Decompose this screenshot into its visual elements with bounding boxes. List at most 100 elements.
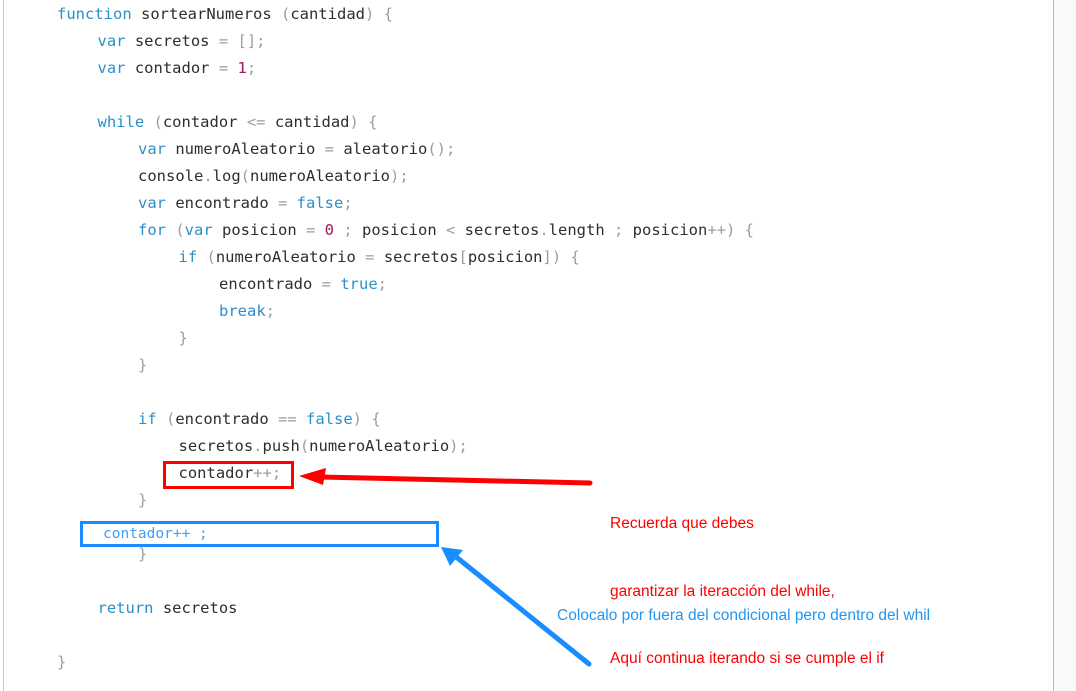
code-token: ; bbox=[265, 302, 276, 320]
page-right-gutter bbox=[1054, 0, 1076, 691]
code-line: function sortearNumeros (cantidad) { bbox=[57, 5, 393, 24]
code-token: numeroAleatorio bbox=[215, 248, 356, 266]
code-line: while (contador <= cantidad) { bbox=[98, 113, 378, 132]
code-token: return bbox=[97, 599, 154, 617]
code-line: } bbox=[57, 653, 66, 672]
code-token: = bbox=[355, 248, 384, 266]
code-token: numeroAleatorio bbox=[309, 437, 450, 455]
code-token: length bbox=[548, 221, 605, 239]
code-token: cantidad bbox=[290, 5, 365, 23]
code-annotation-screenshot: function sortearNumeros (cantidad) {var … bbox=[0, 0, 1076, 691]
code-token: false bbox=[306, 410, 353, 428]
code-token: } bbox=[57, 653, 67, 671]
code-token: encontrado bbox=[219, 275, 313, 293]
code-token: 0 bbox=[324, 221, 335, 239]
code-token: ( bbox=[144, 113, 163, 131]
code-token: . bbox=[539, 221, 549, 239]
code-token: ) { bbox=[364, 5, 393, 23]
code-token: [ bbox=[458, 248, 468, 266]
code-token: . bbox=[203, 167, 213, 185]
code-token: contador bbox=[134, 59, 210, 77]
code-line: } bbox=[138, 356, 147, 375]
red-note-line-2: garantizar la iteracción del while, bbox=[610, 582, 835, 600]
code-token: posicion bbox=[362, 221, 437, 239]
code-line: break; bbox=[219, 302, 275, 321]
blue-highlight-label: contador++ ; bbox=[103, 526, 208, 542]
code-line: if (numeroAleatorio = secretos[posicion]… bbox=[179, 248, 580, 267]
code-token: = bbox=[312, 275, 341, 293]
code-token: ( bbox=[271, 5, 291, 23]
code-token: } bbox=[138, 545, 148, 563]
code-token: . bbox=[253, 437, 263, 455]
code-token: = bbox=[209, 59, 238, 77]
code-token: if bbox=[178, 248, 198, 266]
code-line: encontrado = true; bbox=[219, 275, 387, 294]
red-note-line-3: Aquí continua iterando si se cumple el i… bbox=[610, 650, 884, 667]
code-token: (); bbox=[427, 140, 456, 158]
code-token: } bbox=[138, 491, 148, 509]
code-token: ]) { bbox=[542, 248, 580, 266]
code-token: sortearNumeros bbox=[141, 5, 272, 23]
code-line: } bbox=[179, 329, 188, 348]
code-token: posicion bbox=[467, 248, 543, 266]
code-token: []; bbox=[237, 32, 266, 50]
code-token: for bbox=[138, 221, 166, 239]
code-token: secretos bbox=[383, 248, 459, 266]
code-line: var secretos = []; bbox=[98, 32, 266, 51]
code-token: var bbox=[138, 194, 166, 212]
code-token: if bbox=[138, 410, 157, 428]
code-token: console bbox=[138, 167, 204, 185]
red-annotation-note: Recuerda que debes garantizar la iteracc… bbox=[610, 468, 884, 691]
code-token: numeroAleatorio bbox=[250, 167, 390, 185]
code-line: var contador = 1; bbox=[98, 59, 257, 78]
code-token: var bbox=[184, 221, 213, 239]
code-line: var numeroAleatorio = aleatorio(); bbox=[138, 140, 455, 159]
code-token: = bbox=[209, 32, 238, 50]
code-token: ; bbox=[334, 221, 363, 239]
red-highlight-box bbox=[163, 461, 294, 489]
code-line: secretos.push(numeroAleatorio); bbox=[179, 437, 468, 456]
code-token: secretos bbox=[178, 437, 254, 455]
code-token: ++) { bbox=[707, 221, 754, 239]
code-token: encontrado bbox=[175, 194, 269, 212]
code-line: return secretos bbox=[98, 599, 238, 618]
code-token: var bbox=[97, 32, 126, 50]
code-token: posicion bbox=[632, 221, 708, 239]
code-token: ( bbox=[166, 221, 185, 239]
code-token: = bbox=[268, 194, 297, 212]
code-token: encontrado bbox=[175, 410, 269, 428]
code-token: secretos bbox=[134, 32, 210, 50]
code-token: = bbox=[315, 140, 344, 158]
code-token: <= bbox=[237, 113, 275, 131]
code-token: ( bbox=[197, 248, 216, 266]
code-token: ( bbox=[240, 167, 251, 185]
code-token: function bbox=[57, 5, 132, 23]
code-token: secretos bbox=[464, 221, 540, 239]
code-token: ); bbox=[449, 437, 468, 455]
code-line: } bbox=[138, 491, 147, 510]
code-token: while bbox=[97, 113, 145, 131]
code-token: var bbox=[138, 140, 166, 158]
code-token: = bbox=[296, 221, 325, 239]
code-token: ( bbox=[299, 437, 310, 455]
code-editor-surface[interactable]: function sortearNumeros (cantidad) {var … bbox=[0, 0, 1050, 691]
code-token: ; bbox=[343, 194, 353, 212]
code-token: posicion bbox=[222, 221, 297, 239]
code-token: aleatorio bbox=[343, 140, 428, 158]
code-token: ; bbox=[604, 221, 633, 239]
code-line: if (encontrado == false) { bbox=[138, 410, 381, 429]
code-line: console.log(numeroAleatorio); bbox=[138, 167, 409, 186]
code-line: } bbox=[138, 545, 147, 564]
code-token: ); bbox=[390, 167, 409, 185]
code-token: ) { bbox=[349, 113, 378, 131]
code-token: == bbox=[268, 410, 306, 428]
code-token: } bbox=[138, 356, 148, 374]
code-token: secretos bbox=[162, 599, 238, 617]
